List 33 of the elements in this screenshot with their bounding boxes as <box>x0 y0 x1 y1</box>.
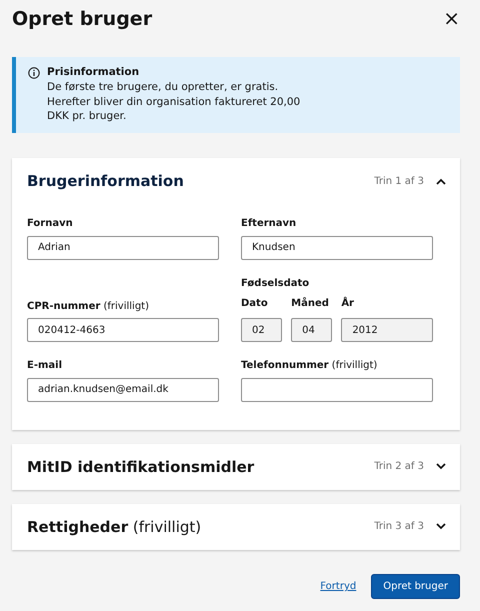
field-label: Dato <box>241 298 269 309</box>
cancel-link[interactable]: Fortryd <box>320 581 356 592</box>
input-field[interactable]: Adrian <box>27 236 219 260</box>
step-label: Trin 2 af 3 <box>374 461 424 472</box>
section-title: Rettigheder (frivilligt) <box>27 518 202 536</box>
input-field[interactable] <box>241 378 433 402</box>
field-label: CPR-nummer (frivilligt) <box>27 300 150 312</box>
field-label: Fødselsdato <box>241 278 310 289</box>
info-text: De første tre brugere, du opretter, er gratis. Herefter bliver din organisation faktureret 20,00 DKK pr. bruger. <box>47 80 302 124</box>
step-label: Trin 3 af 3 <box>374 521 424 532</box>
field-label: Telefonnummer (frivilligt) <box>241 360 378 372</box>
info-title: Prisinformation <box>47 66 140 78</box>
chevron-icon <box>436 523 446 530</box>
input-field[interactable]: 020412-4663 <box>27 318 219 342</box>
field-label: År <box>341 298 355 309</box>
field-label: E-mail <box>27 360 64 372</box>
field-label: Fornavn <box>27 218 74 230</box>
dialog-title: Opret bruger <box>12 8 152 30</box>
field-label: Efternavn <box>241 218 298 230</box>
expand-toggle[interactable] <box>436 463 446 470</box>
input-field[interactable]: Knudsen <box>241 236 433 260</box>
expand-toggle[interactable] <box>436 178 446 185</box>
info-icon <box>28 67 40 79</box>
step-label: Trin 1 af 3 <box>374 176 424 187</box>
expand-toggle[interactable] <box>436 523 446 530</box>
input-field[interactable]: adrian.knudsen@email.dk <box>27 378 219 402</box>
section-title: MitID identifikationsmidler <box>27 458 256 476</box>
field-label: Måned <box>291 298 330 309</box>
section-title: Brugerinformation <box>27 172 185 190</box>
close-button[interactable]: × <box>439 8 460 28</box>
submit-button[interactable]: Opret bruger <box>371 574 460 599</box>
chevron-icon <box>436 463 446 470</box>
chevron-icon <box>436 178 446 185</box>
